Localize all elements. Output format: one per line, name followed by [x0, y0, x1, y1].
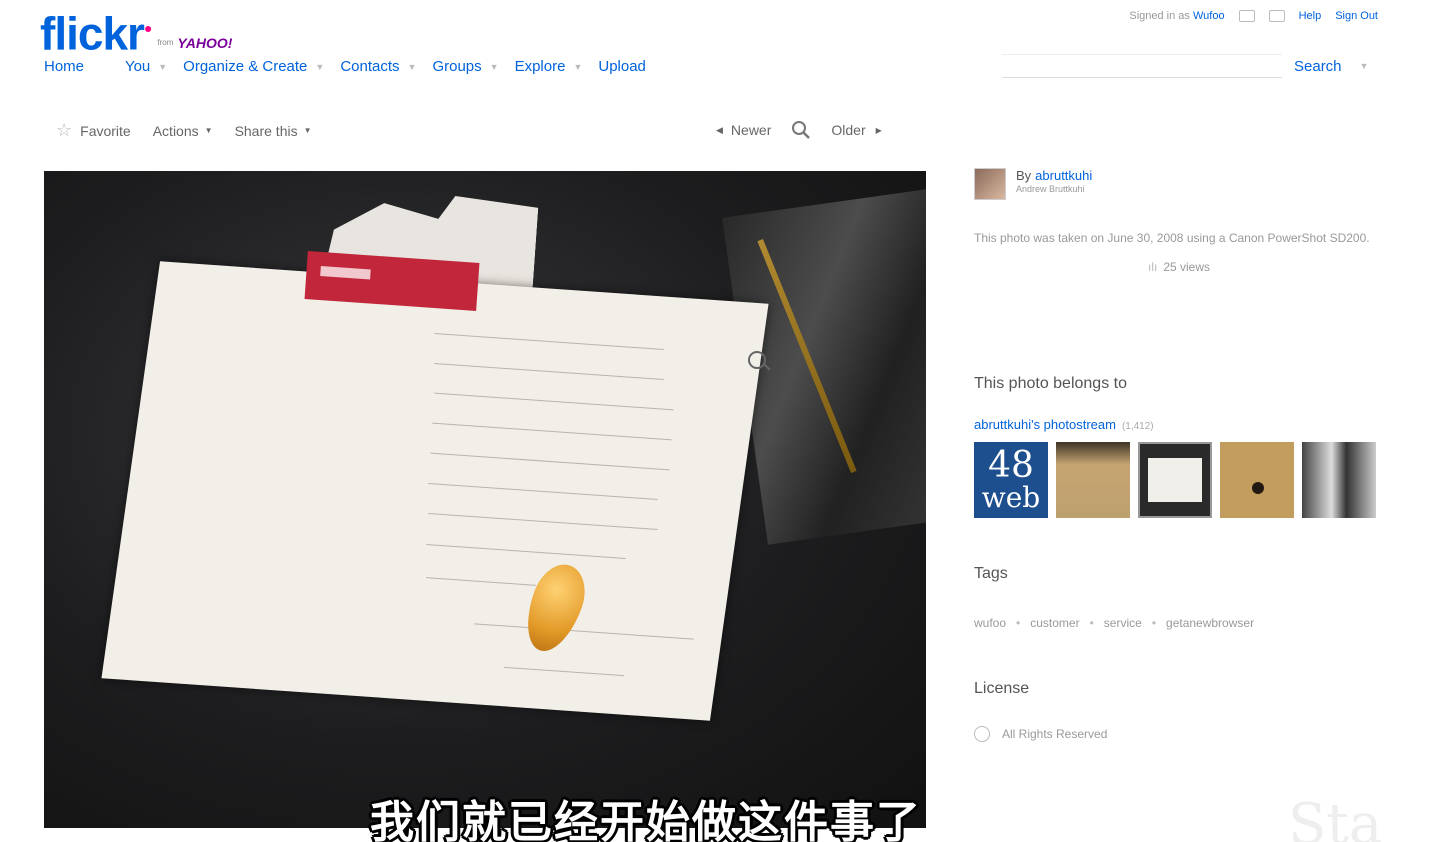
- tags-heading: Tags: [974, 565, 1008, 582]
- chevron-down-icon[interactable]: ▼: [315, 62, 324, 72]
- newer-link[interactable]: Newer: [731, 122, 771, 138]
- nav-groups-label: Groups: [432, 58, 482, 75]
- search-input[interactable]: [1002, 54, 1282, 78]
- thumbnail-current[interactable]: [1138, 442, 1212, 518]
- thumbnail-text: web: [981, 481, 1041, 514]
- nav-contacts-label: Contacts: [340, 58, 400, 75]
- nav-you[interactable]: You ▼: [125, 58, 183, 75]
- cart-icon[interactable]: [1238, 10, 1255, 22]
- tag-separator: •: [1016, 616, 1021, 630]
- chevron-left-icon[interactable]: ◀: [716, 125, 723, 136]
- belongs-heading: This photo belongs to: [974, 375, 1127, 392]
- owner-real-name: Andrew Bruttkuhi: [1016, 184, 1085, 194]
- thumbnail-text: 48: [988, 445, 1034, 486]
- photo-toolbar: ☆ Favorite Actions ▼ Share this ▼: [56, 120, 334, 141]
- nav-explore[interactable]: Explore ▼: [515, 58, 599, 75]
- tag-separator: •: [1089, 616, 1094, 630]
- copyright-icon: [974, 726, 990, 742]
- license-text[interactable]: All Rights Reserved: [1002, 727, 1107, 741]
- logo-wordmark-r: r: [127, 7, 145, 60]
- views-count: ılı 25 views: [974, 260, 1384, 274]
- search-bar: Search ▼: [1002, 54, 1368, 78]
- nav-home-label: Home: [44, 58, 85, 75]
- signed-in-username[interactable]: Wufoo: [1193, 10, 1225, 22]
- nav-upload-label: Upload: [598, 58, 646, 75]
- actions-label: Actions: [152, 122, 199, 139]
- nav-upload[interactable]: Upload: [598, 58, 646, 75]
- nav-you-label: You: [124, 58, 151, 75]
- magnifier-icon[interactable]: [791, 120, 811, 140]
- tag-link[interactable]: wufoo: [974, 616, 1006, 630]
- video-subtitle: 我们就已经开始做这件事了: [370, 797, 922, 842]
- tag-separator: •: [1151, 616, 1157, 630]
- nav-home[interactable]: Home ▼: [44, 58, 125, 75]
- photostream-count: (1,412): [1121, 421, 1154, 432]
- thumbnail[interactable]: [1056, 442, 1130, 518]
- flickr-logo[interactable]: flickr● from YAHOO!: [40, 2, 232, 59]
- license-info: All Rights Reserved: [974, 726, 1107, 742]
- tags-list: wufoo • customer • service • getanewbrowser: [974, 616, 1254, 630]
- older-link[interactable]: Older: [831, 122, 865, 138]
- license-heading: License: [974, 680, 1030, 697]
- chevron-down-icon[interactable]: ▼: [408, 62, 417, 72]
- by-label: By: [1016, 168, 1032, 183]
- favorite-label: Favorite: [80, 122, 131, 139]
- nav-contacts[interactable]: Contacts ▼: [340, 58, 432, 75]
- share-label: Share this: [234, 122, 298, 139]
- photo-taken-info: This photo was taken on June 30, 2008 us…: [974, 231, 1370, 245]
- star-icon: ☆: [56, 120, 73, 140]
- photostream-thumbnails: 48 web: [974, 442, 1376, 518]
- photo-pager: ◀ Newer Older ▶: [716, 120, 882, 140]
- chevron-down-icon[interactable]: ▼: [1360, 61, 1369, 71]
- chevron-down-icon[interactable]: ▼: [158, 62, 167, 72]
- nav-organize-label: Organize & Create: [183, 58, 308, 75]
- main-photo[interactable]: [44, 171, 926, 828]
- share-menu[interactable]: Share this ▼: [235, 123, 312, 139]
- main-nav: Home▼ You▼ Organize & Create▼ Contacts▼ …: [44, 58, 646, 75]
- photo-letter: [101, 261, 769, 721]
- thumbnail[interactable]: [1302, 442, 1376, 518]
- chevron-right-icon[interactable]: ▶: [876, 126, 882, 135]
- zoom-icon[interactable]: [748, 351, 766, 369]
- search-button[interactable]: Search: [1294, 58, 1342, 75]
- logo-from-label: from: [157, 38, 174, 48]
- chevron-down-icon: ▼: [92, 62, 101, 72]
- actions-menu[interactable]: Actions ▼: [153, 123, 213, 139]
- thumbnail[interactable]: 48 web: [974, 442, 1048, 518]
- chevron-down-icon: ▼: [204, 126, 213, 135]
- logo-wordmark: flick: [40, 7, 128, 60]
- photostream-link[interactable]: abruttkuhi's photostream (1,412): [974, 417, 1154, 432]
- help-link[interactable]: Help: [1299, 10, 1322, 22]
- nav-groups[interactable]: Groups ▼: [432, 58, 514, 75]
- views-text: 25 views: [1163, 260, 1211, 274]
- mail-icon[interactable]: [1268, 10, 1285, 22]
- tag-link[interactable]: getanewbrowser: [1166, 616, 1254, 630]
- avatar[interactable]: [974, 168, 1006, 200]
- chevron-down-icon[interactable]: ▼: [490, 62, 499, 72]
- nav-explore-label: Explore: [514, 58, 566, 75]
- chevron-down-icon: ▼: [303, 126, 312, 135]
- user-bar: Signed in as Wufoo Help Sign Out: [1129, 10, 1378, 22]
- signed-in-label: Signed in as: [1129, 10, 1190, 22]
- watermark: Sta: [1288, 792, 1383, 842]
- yahoo-logo: YAHOO!: [177, 35, 233, 52]
- signed-in-text: Signed in as Wufoo: [1129, 10, 1224, 22]
- photo-sidebar: By abruttkuhi Andrew Bruttkuhi This photo…: [974, 168, 1394, 742]
- chevron-down-icon[interactable]: ▼: [573, 62, 582, 72]
- by-line: By abruttkuhi: [1016, 168, 1092, 183]
- logo-pink-dot: ●: [143, 20, 153, 36]
- sign-out-link[interactable]: Sign Out: [1335, 10, 1378, 22]
- tag-link[interactable]: customer: [1030, 616, 1079, 630]
- favorite-button[interactable]: ☆ Favorite: [56, 120, 131, 141]
- views-icon: ılı: [1147, 260, 1158, 274]
- photostream-label: abruttkuhi's photostream: [974, 417, 1116, 432]
- nav-organize[interactable]: Organize & Create ▼: [183, 58, 340, 75]
- owner-block: By abruttkuhi Andrew Bruttkuhi: [974, 168, 1394, 200]
- owner-username-link[interactable]: abruttkuhi: [1035, 168, 1092, 183]
- thumbnail[interactable]: [1220, 442, 1294, 518]
- tag-link[interactable]: service: [1104, 616, 1142, 630]
